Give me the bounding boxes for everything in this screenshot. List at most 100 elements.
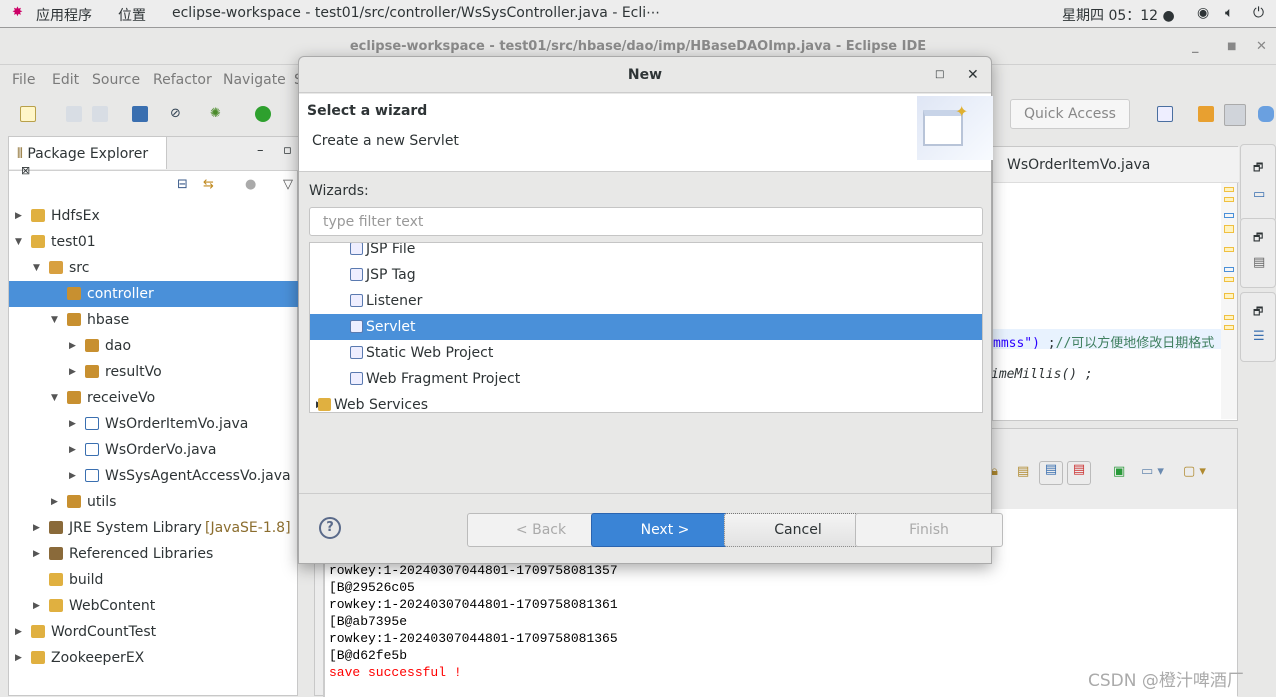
wizard-list[interactable]: JSP File JSP Tag Listener Servlet Static Web…	[309, 242, 983, 413]
active-window-title[interactable]: eclipse-workspace - test01/src/controlle…	[172, 5, 660, 21]
finish-button[interactable]: Finish	[855, 513, 1003, 547]
menu-refactor[interactable]: Refactor	[153, 72, 212, 88]
save-all-icon[interactable]	[92, 106, 108, 122]
tree-item[interactable]: ▶ Referenced Libraries	[9, 541, 299, 567]
tree-item[interactable]: ▶ WsSysAgentAccessVo.java	[9, 463, 299, 489]
task-list-icon[interactable]: ▤	[1253, 255, 1265, 270]
dialog-maximize-button[interactable]: □	[935, 57, 944, 93]
restore-icon[interactable]: 🗗︎	[1253, 159, 1263, 178]
dialog-close-button[interactable]: ✕	[967, 57, 979, 93]
restore-icon[interactable]: 🗗︎	[1253, 303, 1263, 322]
tree-item[interactable]: ▶ utils	[9, 489, 299, 515]
save-icon[interactable]	[66, 106, 82, 122]
tree-item[interactable]: ▶ WsOrderItemVo.java	[9, 411, 299, 437]
tree-item-label: resultVo	[105, 364, 162, 380]
open-perspective-icon[interactable]	[1157, 106, 1173, 122]
tree-item[interactable]: ▶ WsOrderVo.java	[9, 437, 299, 463]
twisty-down-icon[interactable]: ▼	[15, 229, 22, 255]
twisty-right-icon[interactable]: ▶	[15, 619, 22, 645]
volume-icon[interactable]: 🔈︎	[1225, 5, 1233, 21]
places-menu[interactable]: 位置	[118, 5, 146, 25]
twisty-right-icon[interactable]: ▶	[69, 333, 76, 359]
scroll-lock-icon[interactable]: 🔒︎	[991, 464, 998, 479]
applications-menu[interactable]: 应用程序	[36, 5, 92, 25]
tree-item[interactable]: ▶ resultVo	[9, 359, 299, 385]
java-perspective-icon[interactable]	[1224, 104, 1246, 126]
editor-tab[interactable]: WsOrderItemVo.java	[993, 147, 1239, 183]
restore-icon[interactable]: 🗗︎	[1253, 229, 1263, 248]
tree-item[interactable]: ▼ receiveVo	[9, 385, 299, 411]
collapse-all-icon[interactable]: ⊟	[177, 177, 188, 192]
hadoop-perspective-icon[interactable]	[1258, 106, 1274, 122]
tree-item[interactable]: ▶ HdfsEx	[9, 203, 299, 229]
show-on-stdout-icon[interactable]: ▤	[1039, 461, 1063, 485]
console-icon[interactable]	[132, 106, 148, 122]
tree-item[interactable]: ▶ WordCountTest	[9, 619, 299, 645]
pin-console-icon[interactable]: ▣	[1113, 464, 1125, 479]
tree-item[interactable]: controller	[9, 281, 299, 307]
wizard-item[interactable]: JSP File	[310, 243, 982, 262]
clock[interactable]: 星期四 05：12 ●	[1062, 5, 1175, 25]
display-console-icon[interactable]: ▭ ▾	[1141, 464, 1164, 479]
twisty-right-icon[interactable]: ▶	[33, 541, 40, 567]
wizard-item[interactable]: Static Web Project	[310, 340, 982, 366]
cancel-button[interactable]: Cancel	[724, 513, 872, 547]
menu-navigate[interactable]: Navigate	[223, 72, 286, 88]
outline-list-icon[interactable]: ☰	[1253, 329, 1265, 344]
focus-icon[interactable]: ●	[245, 177, 256, 192]
twisty-right-icon[interactable]: ▶	[69, 463, 76, 489]
tree-item[interactable]: ▶ JRE System Library [JavaSE-1.8]	[9, 515, 299, 541]
skip-breakpoints-icon[interactable]: ⊘	[170, 106, 186, 122]
twisty-right-icon[interactable]: ▶	[15, 203, 22, 229]
twisty-right-icon[interactable]: ▶	[69, 359, 76, 385]
twisty-right-icon[interactable]: ▶	[33, 515, 40, 541]
twisty-right-icon[interactable]: ▶	[69, 437, 76, 463]
minimize-button[interactable]: _	[1192, 29, 1199, 65]
twisty-right-icon[interactable]: ▶	[69, 411, 76, 437]
maximize-button[interactable]: ■	[1227, 29, 1236, 65]
link-with-editor-icon[interactable]: ⇆	[203, 177, 214, 192]
new-icon[interactable]	[20, 106, 36, 122]
twisty-right-icon[interactable]: ▶	[15, 645, 22, 671]
console-line: [B@d62fe5b	[329, 648, 408, 663]
tree-item[interactable]: ▼ test01	[9, 229, 299, 255]
show-on-stderr-icon[interactable]: ▤	[1067, 461, 1091, 485]
java-ee-perspective-icon[interactable]	[1198, 106, 1214, 122]
run-icon[interactable]	[255, 106, 271, 122]
twisty-right-icon[interactable]: ▶	[51, 489, 58, 515]
quick-access-field[interactable]: Quick Access	[1010, 99, 1130, 129]
wizard-item[interactable]: Listener	[310, 288, 982, 314]
menu-source[interactable]: Source	[92, 72, 140, 88]
network-icon[interactable]: ◉	[1197, 5, 1209, 21]
twisty-right-icon[interactable]: ▶	[33, 593, 40, 619]
power-icon[interactable]: ⏻	[1253, 5, 1264, 21]
next-button[interactable]: Next >	[591, 513, 739, 547]
tree-item[interactable]: ▶ ZookeeperEX	[9, 645, 299, 671]
help-icon[interactable]: ?	[319, 517, 341, 539]
menu-file[interactable]: File	[12, 72, 35, 88]
view-menu-icon[interactable]: ▽	[283, 177, 293, 192]
outline-icon[interactable]: ▭	[1253, 187, 1265, 202]
tree-item[interactable]: ▶ WebContent	[9, 593, 299, 619]
tree-item[interactable]: build	[9, 567, 299, 593]
web-project-icon	[350, 346, 363, 359]
maximize-view-icon[interactable]: ▫	[283, 143, 292, 158]
twisty-down-icon[interactable]: ▼	[51, 307, 58, 333]
minimize-view-icon[interactable]: –	[257, 143, 264, 158]
tree-item[interactable]: ▶ dao	[9, 333, 299, 359]
wizard-item[interactable]: Web Fragment Project	[310, 366, 982, 392]
close-window-button[interactable]: ✕	[1256, 29, 1267, 65]
menu-edit[interactable]: Edit	[52, 72, 79, 88]
tree-item[interactable]: ▼ src	[9, 255, 299, 281]
debug-icon[interactable]: ✺	[210, 106, 226, 122]
wizard-item[interactable]: JSP Tag	[310, 262, 982, 288]
wizard-item[interactable]: Servlet	[310, 314, 982, 340]
filter-input[interactable]: type filter text	[309, 207, 983, 236]
twisty-down-icon[interactable]: ▼	[51, 385, 58, 411]
wizard-item[interactable]: ▶Web Services	[310, 392, 982, 412]
twisty-down-icon[interactable]: ▼	[33, 255, 40, 281]
word-wrap-icon[interactable]: ▤	[1017, 464, 1029, 479]
open-console-icon[interactable]: ▢ ▾	[1183, 464, 1206, 479]
tree-item[interactable]: ▼ hbase	[9, 307, 299, 333]
tab-package-explorer[interactable]: ⫴ Package Explorer ⊠	[9, 137, 167, 177]
